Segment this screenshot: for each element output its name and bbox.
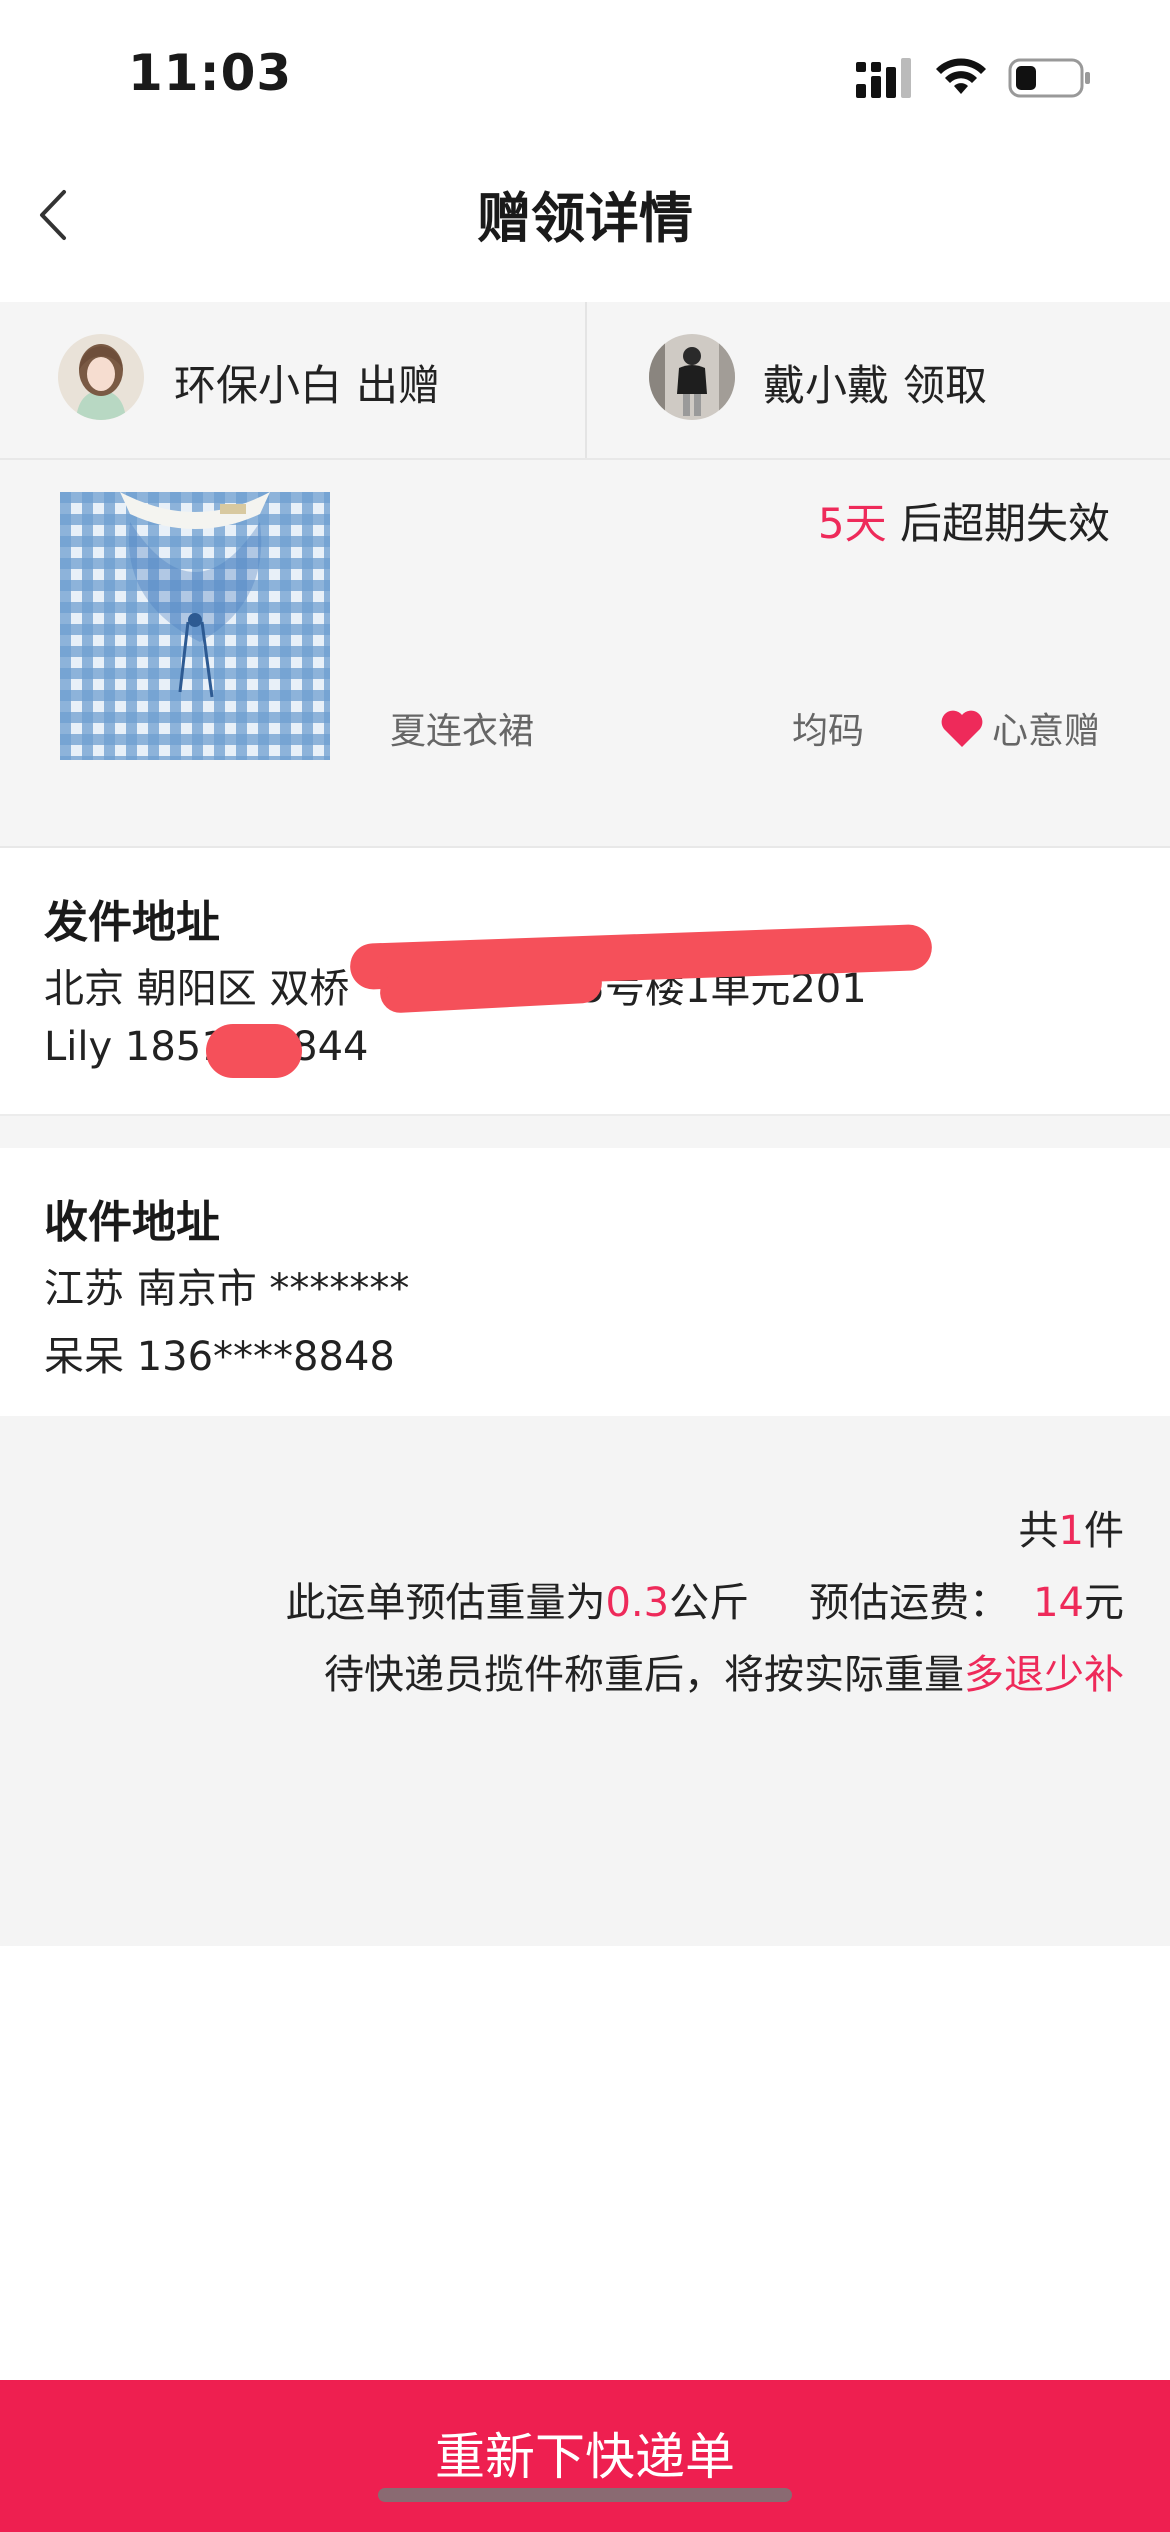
count-prefix: 共: [1018, 1508, 1059, 1554]
receiver-address: 收件地址 江苏 南京市 ******* 呆呆 136****8848: [0, 1148, 1170, 1416]
receiver-avatar: [649, 334, 735, 420]
sender-address: 发件地址 北京 朝阳区 双桥 5号楼1单元201 Lily 1851 9844: [0, 848, 1170, 1116]
fee-value: 14: [1033, 1580, 1084, 1626]
receiver-action: 领取: [903, 361, 988, 410]
note-prefix: 待快递员揽件称重后，将按实际重量: [324, 1652, 964, 1698]
weight-value: 0.3: [605, 1580, 670, 1626]
heart-icon: [941, 710, 983, 747]
status-time: 11:03: [128, 44, 293, 102]
receiver-text: 戴小戴 领取: [763, 352, 987, 413]
sender-address-start: 北京 朝阳区 双桥: [44, 966, 350, 1012]
count-suffix: 件: [1084, 1508, 1124, 1554]
redaction-mark: [206, 1024, 302, 1078]
reorder-express-button[interactable]: 重新下快递单: [0, 2380, 1170, 2532]
note-highlight: 多退少补: [964, 1652, 1124, 1698]
page-title: 赠领详情: [477, 187, 693, 250]
expire-text: 后超期失效: [899, 499, 1110, 548]
giver-user[interactable]: 环保小白 出赠: [0, 302, 585, 458]
section-divider: [0, 1116, 1170, 1148]
count-value: 1: [1058, 1508, 1084, 1554]
weight-prefix: 此运单预估重量为: [285, 1580, 606, 1626]
weight-unit: 公斤: [669, 1580, 750, 1626]
home-indicator: [378, 2488, 792, 2502]
receiver-user[interactable]: 戴小戴 领取: [585, 302, 1170, 458]
receiver-name: 戴小戴: [763, 361, 890, 410]
item-size: 均码: [792, 711, 865, 752]
nav-bar: 赠领详情: [0, 150, 1170, 302]
sender-address-title: 发件地址: [44, 897, 220, 948]
receiver-address-line: 江苏 南京市 *******: [44, 1266, 410, 1312]
battery-icon: [1008, 58, 1090, 98]
expire-notice: 5天 后超期失效: [818, 490, 1110, 551]
giver-avatar: [58, 334, 144, 420]
giver-text: 环保小白 出赠: [174, 352, 440, 413]
item-card[interactable]: 5天 后超期失效 夏连衣裙 均码 心意赠: [0, 460, 1170, 848]
cellular-signal-icon: [856, 58, 911, 98]
item-photo[interactable]: [60, 492, 330, 760]
receiver-address-title: 收件地址: [44, 1197, 220, 1248]
sender-contact-start: Lily 1851: [44, 1024, 227, 1070]
users-row: 环保小白 出赠 戴小戴 领取: [0, 302, 1170, 460]
gift-type-label: 心意赠: [992, 711, 1101, 752]
reorder-express-label: 重新下快递单: [435, 2428, 735, 2486]
giver-name: 环保小白: [174, 361, 343, 410]
fee-unit: 元: [1084, 1580, 1124, 1626]
giver-action: 出赠: [356, 361, 441, 410]
weight-note-line: 待快递员揽件称重后，将按实际重量多退少补: [324, 1642, 1124, 1700]
weight-fee-line: 此运单预估重量为0.3公斤 预估运费： 14元: [285, 1570, 1124, 1628]
item-name: 夏连衣裙: [390, 711, 535, 752]
shipping-summary: 共1件 此运单预估重量为0.3公斤 预估运费： 14元 待快递员揽件称重后，将按实际…: [0, 1416, 1170, 1946]
receiver-contact: 呆呆 136****8848: [44, 1334, 395, 1380]
status-bar: 11:03: [0, 0, 1170, 150]
item-count: 共1件: [1019, 1498, 1124, 1556]
wifi-icon: [936, 58, 986, 94]
gift-type: 心意赠: [938, 702, 1100, 754]
expire-days: 5天: [817, 499, 887, 548]
fee-prefix: 预估运费：: [809, 1580, 1010, 1626]
